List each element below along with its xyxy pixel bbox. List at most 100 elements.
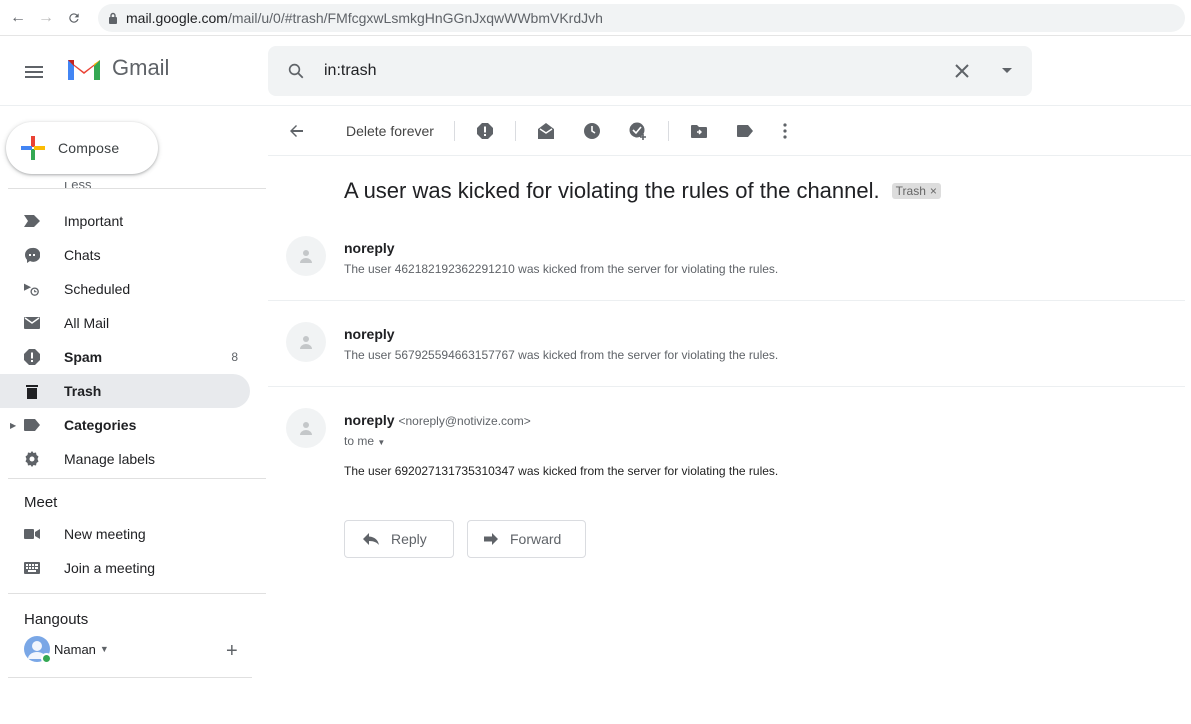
sidebar-item-label: Manage labels <box>64 451 156 467</box>
sidebar-item-trash[interactable]: Trash <box>0 374 250 408</box>
sidebar-item-label: Trash <box>64 383 102 399</box>
gmail-logo-text: Gmail <box>112 55 170 80</box>
search-options-icon[interactable] <box>982 68 1032 74</box>
reload-icon[interactable] <box>64 8 84 28</box>
browser-address-bar: ← → mail.google.com/mail/u/0/#trash/FMfc… <box>0 0 1191 36</box>
sidebar-item-label: Join a meeting <box>64 560 156 576</box>
label-chip-text: Trash <box>895 184 926 198</box>
chat-icon <box>24 247 40 263</box>
expand-caret-icon[interactable]: ▶ <box>10 421 16 430</box>
url-path: /mail/u/0/#trash/FMfcgxwLsmkgHnGGnJxqwWW… <box>227 9 603 26</box>
expanded-message: noreply <noreply@notivize.com> to me ▼ T… <box>268 408 1185 488</box>
meet-section-title: Meet <box>24 493 58 511</box>
search-bar[interactable] <box>268 46 1032 96</box>
forward-arrow-icon[interactable]: → <box>36 8 56 28</box>
gear-icon <box>24 451 40 467</box>
divider <box>514 120 516 141</box>
sidebar-item-label: New meeting <box>64 526 146 542</box>
join-meeting-item[interactable]: Join a meeting <box>0 551 250 585</box>
thread-subject-row: A user was kicked for violating the rule… <box>344 178 941 204</box>
main-menu-icon[interactable] <box>22 60 46 84</box>
hangouts-user[interactable]: Naman ▼ <box>24 636 109 664</box>
divider <box>8 478 266 479</box>
sender-avatar <box>286 236 326 276</box>
forward-button[interactable]: Forward <box>467 520 586 558</box>
collapsed-message[interactable]: noreply The user 462182192362291210 was … <box>268 236 1185 300</box>
thread-subject: A user was kicked for violating the rule… <box>344 178 880 203</box>
sidebar-item-scheduled[interactable]: Scheduled <box>0 272 250 306</box>
report-spam-icon[interactable] <box>475 121 495 141</box>
search-icon[interactable] <box>268 62 324 80</box>
sidebar-item-chats[interactable]: Chats <box>0 238 250 272</box>
new-meeting-item[interactable]: New meeting <box>0 517 250 551</box>
sidebar: Compose Less Important Chats Scheduled A… <box>0 106 266 724</box>
compose-label: Compose <box>58 140 120 156</box>
sidebar-item-label: Categories <box>64 417 137 433</box>
label-icon <box>24 417 40 433</box>
add-hangout-icon[interactable]: + <box>226 640 238 663</box>
url-field[interactable]: mail.google.com/mail/u/0/#trash/FMfcgxwL… <box>98 3 1185 32</box>
recipients-text: to me <box>344 434 375 448</box>
chevron-down-icon[interactable]: ▼ <box>100 644 109 654</box>
online-status-icon <box>41 653 52 664</box>
gmail-header: Gmail <box>0 36 1191 106</box>
trash-icon <box>24 383 40 399</box>
sender-name: noreply <box>344 412 395 428</box>
divider <box>8 188 266 189</box>
url-host: mail.google.com <box>126 9 228 26</box>
sender-avatar <box>286 322 326 362</box>
recipients-toggle[interactable]: to me ▼ <box>344 434 385 448</box>
spam-count: 8 <box>231 350 238 364</box>
add-to-tasks-icon[interactable] <box>628 121 648 141</box>
trash-label-chip[interactable]: Trash × <box>891 183 941 199</box>
sidebar-item-spam[interactable]: Spam 8 <box>0 340 250 374</box>
divider <box>8 677 252 678</box>
search-input[interactable] <box>324 62 942 80</box>
mark-unread-icon[interactable] <box>536 121 556 141</box>
collapsed-message[interactable]: noreply The user 567925594663157767 was … <box>268 322 1185 386</box>
clear-search-icon[interactable] <box>942 64 982 78</box>
sidebar-item-categories[interactable]: ▶ Categories <box>0 408 250 442</box>
divider <box>453 120 455 141</box>
sidebar-nav: Important Chats Scheduled All Mail Spam <box>0 204 266 634</box>
more-options-icon[interactable] <box>775 121 795 141</box>
hangouts-section-title: Hangouts <box>24 610 89 628</box>
hangouts-user-name: Naman <box>54 641 96 657</box>
compose-button[interactable]: Compose <box>6 122 158 174</box>
label-important-icon <box>24 213 40 229</box>
sender-avatar <box>286 408 326 448</box>
back-arrow-icon[interactable]: ← <box>8 8 28 28</box>
divider <box>667 120 669 141</box>
delete-forever-button[interactable]: Delete forever <box>346 123 434 139</box>
sidebar-item-important[interactable]: Important <box>0 204 250 238</box>
reply-button[interactable]: Reply <box>344 520 454 558</box>
gmail-m-icon <box>68 60 100 80</box>
forward-icon <box>484 533 498 545</box>
sidebar-item-manage-labels[interactable]: Manage labels <box>0 442 250 476</box>
label-as-icon[interactable] <box>735 121 755 141</box>
move-to-icon[interactable] <box>689 121 709 141</box>
message-snippet: The user 462182192362291210 was kicked f… <box>344 262 779 276</box>
all-mail-icon <box>24 315 40 331</box>
gmail-logo[interactable]: Gmail <box>66 54 169 82</box>
avatar <box>24 636 52 664</box>
message-toolbar: Delete forever <box>268 106 1191 156</box>
snooze-icon[interactable] <box>582 121 602 141</box>
back-to-list-icon[interactable] <box>286 121 306 141</box>
remove-label-icon[interactable]: × <box>930 184 937 198</box>
divider <box>268 386 1185 387</box>
forward-label: Forward <box>510 531 562 547</box>
sidebar-item-all-mail[interactable]: All Mail <box>0 306 250 340</box>
compose-plus-icon <box>8 134 58 162</box>
message-snippet: The user 567925594663157767 was kicked f… <box>344 348 779 362</box>
divider <box>268 300 1185 301</box>
reply-icon <box>363 533 379 545</box>
sender-name: noreply <box>344 240 395 256</box>
chevron-down-icon: ▼ <box>377 438 386 447</box>
spam-icon <box>24 349 40 365</box>
keyboard-icon <box>24 560 40 576</box>
sidebar-item-label: All Mail <box>64 315 110 331</box>
sidebar-item-label: Scheduled <box>64 281 131 297</box>
sender-line: noreply <noreply@notivize.com> <box>344 412 531 428</box>
sidebar-item-label: Chats <box>64 247 101 263</box>
